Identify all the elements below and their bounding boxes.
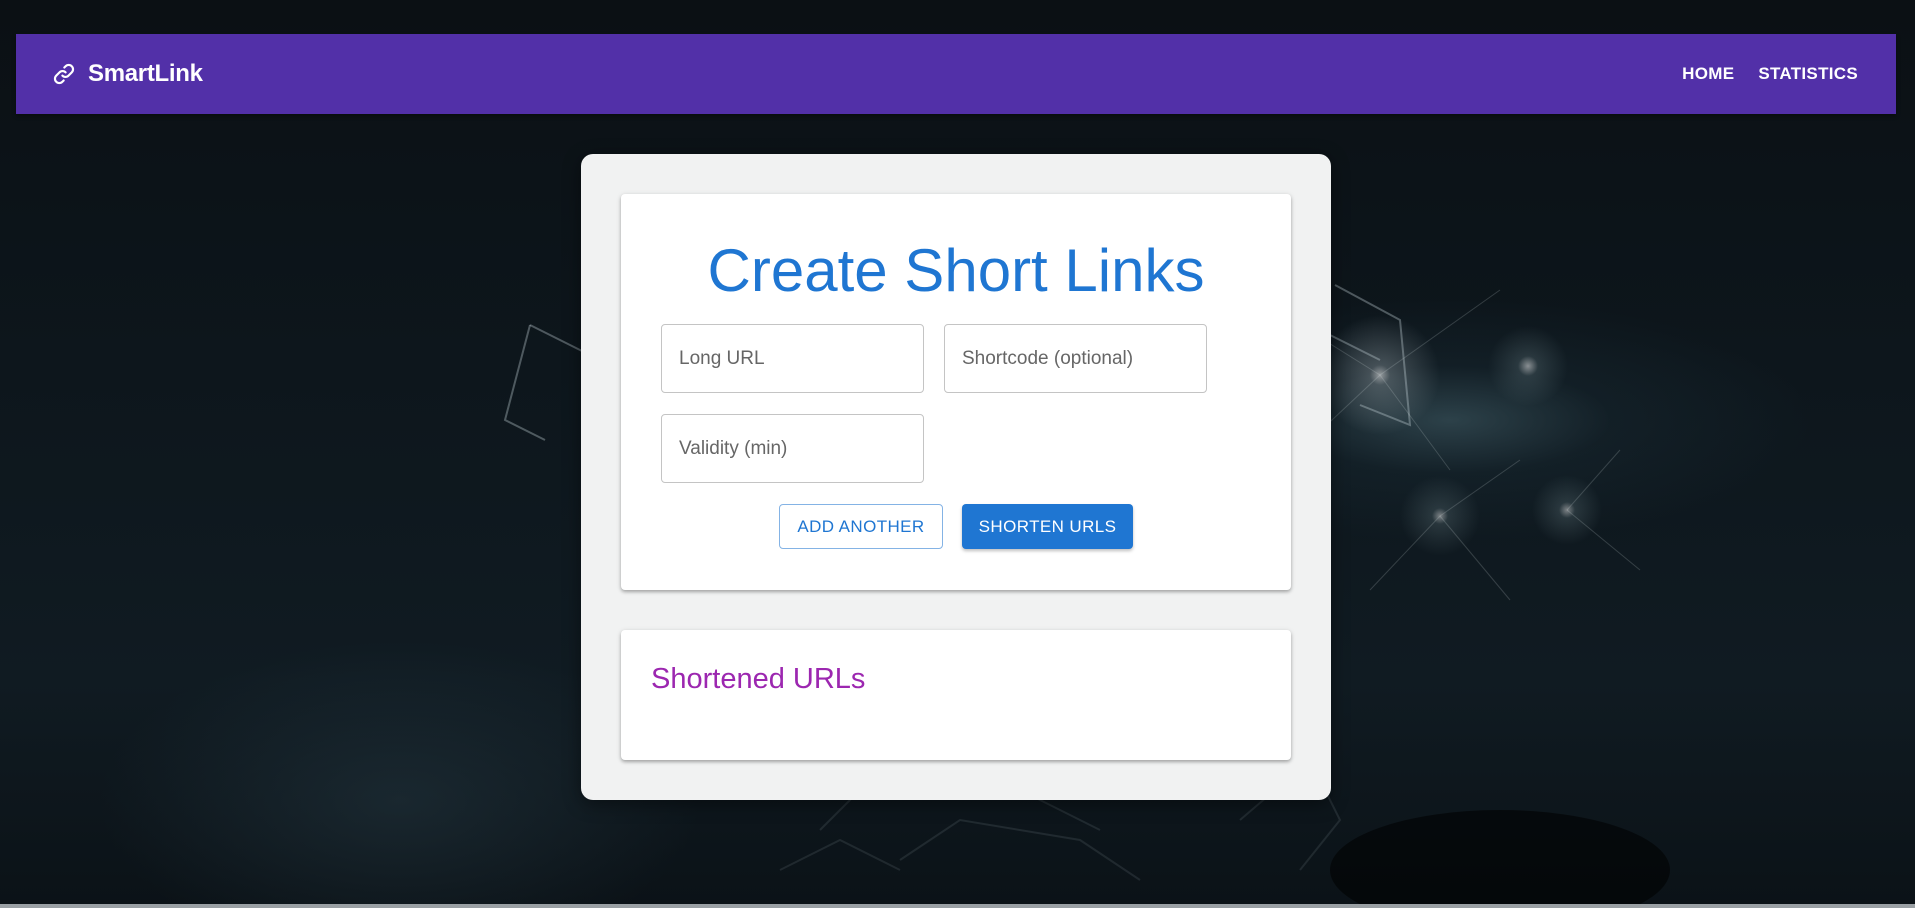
nav-statistics-link[interactable]: STATISTICS	[1758, 64, 1858, 84]
nav-home-link[interactable]: HOME	[1682, 64, 1734, 84]
shortcode-input[interactable]	[945, 325, 1206, 392]
top-nav: HOME STATISTICS	[1682, 64, 1858, 84]
shortened-urls-heading: Shortened URLs	[651, 663, 866, 695]
brand-name: SmartLink	[88, 60, 203, 87]
main-panel: Create Short Links ADD ANOTHER SHORTEN U…	[581, 154, 1331, 800]
validity-input[interactable]	[662, 415, 923, 482]
add-another-button[interactable]: ADD ANOTHER	[779, 504, 943, 549]
shortened-urls-card: Shortened URLs	[621, 630, 1291, 760]
app-bar: SmartLink HOME STATISTICS	[16, 34, 1896, 114]
validity-field	[661, 414, 924, 483]
brand[interactable]: SmartLink	[50, 60, 203, 88]
long-url-input[interactable]	[662, 325, 923, 392]
shorten-urls-button[interactable]: SHORTEN URLS	[962, 504, 1133, 549]
create-links-card: Create Short Links ADD ANOTHER SHORTEN U…	[621, 194, 1291, 590]
link-icon	[50, 60, 78, 88]
bottom-divider	[0, 904, 1915, 908]
long-url-field	[661, 324, 924, 393]
page-title: Create Short Links	[707, 237, 1205, 304]
shortcode-field	[944, 324, 1207, 393]
